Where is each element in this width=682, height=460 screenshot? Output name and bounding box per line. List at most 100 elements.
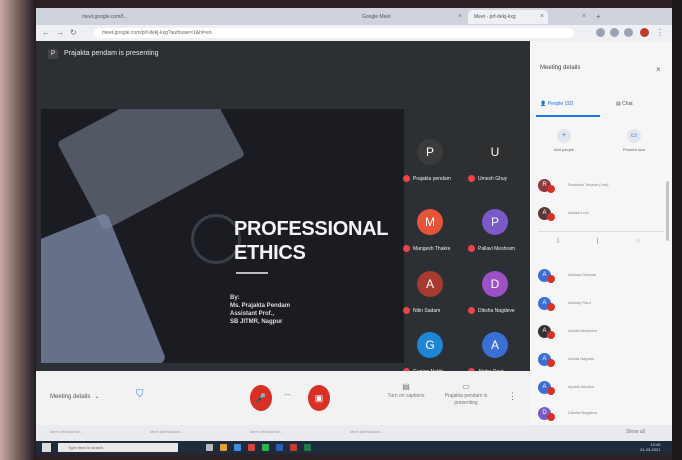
monitor-bezel-left <box>0 0 36 460</box>
slide-author: By: Ms. Prajakta Pendam Assistant Prof.,… <box>230 294 290 326</box>
people-icon: 👤 <box>540 101 547 107</box>
participant-name: Umesh Ghuy <box>468 175 507 182</box>
participant-tile[interactable]: P Pallavi Meshram <box>468 201 526 259</box>
task-view-icon[interactable] <box>206 444 213 451</box>
mic-off-icon <box>547 275 555 283</box>
mute-icon[interactable]: ⌊ <box>578 237 618 245</box>
browser-menu-icon[interactable]: ⋮ <box>656 28 664 38</box>
avatar: A <box>417 271 443 297</box>
mic-off-icon <box>468 307 475 314</box>
captions-button[interactable]: ▤ Turn on captions <box>376 383 436 400</box>
shield-icon[interactable]: ⛉ <box>136 389 146 401</box>
leave-call-icon[interactable]: ⌒ <box>284 393 291 403</box>
mic-off-icon <box>547 413 555 421</box>
windows-start-icon[interactable] <box>42 443 51 452</box>
list-item[interactable]: D Diksha Nagdeve <box>538 405 668 423</box>
participant-name-text: Diksha Nagdeve <box>568 410 598 415</box>
download-shelf: Meet attendance... Meet attendance... Me… <box>36 425 672 441</box>
close-icon[interactable]: × <box>540 10 544 24</box>
close-icon[interactable]: × <box>458 10 462 24</box>
participant-name-text: Akshay Dhande <box>568 272 597 277</box>
participant-tile[interactable]: P Prajakta pendam <box>403 131 461 189</box>
download-item[interactable]: Meet attendance... <box>150 429 183 434</box>
show-all-button[interactable]: Show all <box>626 429 645 435</box>
add-people-label: Add people <box>553 147 575 152</box>
new-tab-icon[interactable]: + <box>596 12 601 22</box>
presenting-banner: P Prajakta pendam is presenting <box>48 49 159 59</box>
profile-avatar[interactable] <box>640 28 649 37</box>
extension-icon[interactable] <box>610 28 619 37</box>
url-field[interactable]: meet.google.com/prf-dekj-kxg?authuser=1&… <box>94 28 574 38</box>
tab-people[interactable]: 👤 People (32) <box>540 101 573 107</box>
list-item[interactable]: A Ankita Meshram <box>538 323 668 341</box>
meeting-details-label: Meeting details <box>50 394 91 400</box>
reload-icon[interactable]: ↻ <box>70 28 77 38</box>
list-item[interactable]: A Akshay Raut <box>538 295 668 313</box>
avatar: P <box>417 139 443 165</box>
taskbar-search-input[interactable]: Type here to search <box>58 443 178 452</box>
scrollbar[interactable] <box>666 181 669 241</box>
tab-label: meet.google.com/f... <box>82 14 128 20</box>
edge-icon[interactable] <box>234 444 241 451</box>
system-clock[interactable]: 10:45 24-03-2021 <box>640 442 660 452</box>
excel-icon[interactable] <box>304 444 311 451</box>
participant-tile[interactable]: A Nitin Sadam <box>403 263 461 321</box>
extension-icon[interactable] <box>596 28 605 37</box>
meeting-control-bar: Meeting details ⌄ ⛉ 🎤 ⌒ ▣ ▤ Turn on captio… <box>36 371 530 425</box>
panel-title: Meeting details <box>540 65 581 71</box>
remove-icon[interactable]: ○ <box>618 238 658 245</box>
add-people-button[interactable]: + Add people <box>534 129 594 152</box>
powerpoint-icon[interactable] <box>290 444 297 451</box>
forward-icon[interactable]: → <box>56 28 64 38</box>
list-item[interactable]: A Ankita Nagrale <box>538 351 668 369</box>
more-options-icon[interactable]: ⋮ <box>508 391 517 402</box>
participant-name-text: Rushabh Tekade (You) <box>568 182 609 187</box>
screen: meet.google.com/f... Google Meet × Meet -… <box>36 8 672 454</box>
list-item[interactable]: A Akshay Dhande <box>538 267 668 285</box>
close-icon[interactable]: × <box>582 10 586 24</box>
file-explorer-icon[interactable] <box>220 444 227 451</box>
download-item[interactable]: Meet attendance... <box>50 429 83 434</box>
participant-tile[interactable]: U Umesh Ghuy <box>468 131 526 189</box>
participant-action-row: ⇩ ⌊ ○ <box>538 237 664 245</box>
browser-tab[interactable]: Google Meet × <box>356 10 466 24</box>
meeting-details-button[interactable]: Meeting details ⌄ <box>50 393 99 400</box>
participant-tile[interactable]: D Diksha Nagdeve <box>468 263 526 321</box>
presenting-text: Prajakta pendam is presenting <box>64 50 159 57</box>
participant-tile[interactable]: M Mangesh Thakre <box>403 201 461 259</box>
presentation-slide: PROFESSIONAL ETHICS By: Ms. Prajakta Pen… <box>41 109 404 363</box>
app-icon[interactable] <box>248 444 255 451</box>
browser-address-bar: ← → ↻ meet.google.com/prf-dekj-kxg?authu… <box>36 25 672 41</box>
list-item[interactable]: A Ashish Lohi <box>538 205 668 223</box>
tab-label: Chat <box>622 101 633 107</box>
pin-icon[interactable]: ⇩ <box>538 237 578 245</box>
close-icon[interactable]: × <box>656 65 661 74</box>
download-item[interactable]: Meet attendance... <box>350 429 383 434</box>
present-now-button[interactable]: ▭ Present now <box>604 129 664 152</box>
slide-title-line: ETHICS <box>234 242 306 264</box>
list-item[interactable]: R Rushabh Tekade (You) <box>538 177 668 195</box>
microphone-toggle-button[interactable]: 🎤 <box>250 385 272 411</box>
taskbar: Type here to search 10:45 24-03-2021 <box>36 441 672 454</box>
presenting-button[interactable]: ▭ Prajakta pendam is presenting <box>436 383 496 407</box>
avatar: D <box>482 271 508 297</box>
back-icon[interactable]: ← <box>42 28 50 38</box>
tab-chat[interactable]: ▤ Chat <box>616 101 633 107</box>
extension-icon[interactable] <box>624 28 633 37</box>
browser-tab-active[interactable]: Meet - prf-dekj-kxg × <box>468 10 548 24</box>
chrome-icon[interactable] <box>262 444 269 451</box>
participant-name-text: Akshay Raut <box>568 300 591 305</box>
mic-off-icon <box>547 331 555 339</box>
slide-title-line: PROFESSIONAL <box>234 218 389 240</box>
camera-toggle-button[interactable]: ▣ <box>308 385 330 411</box>
list-item[interactable]: A Ayushi Akolkar <box>538 379 668 397</box>
mic-off-icon <box>547 185 555 193</box>
browser-tab[interactable]: × <box>550 10 590 24</box>
browser-tab[interactable]: meet.google.com/f... <box>76 10 156 24</box>
download-item[interactable]: Meet attendance... <box>250 429 283 434</box>
tab-label: Meet - prf-dekj-kxg <box>474 14 516 20</box>
avatar: G <box>417 332 443 358</box>
meeting-details-panel: Meeting details × 👤 People (32) ▤ Chat +… <box>530 41 672 425</box>
word-icon[interactable] <box>276 444 283 451</box>
mic-off-icon <box>547 213 555 221</box>
